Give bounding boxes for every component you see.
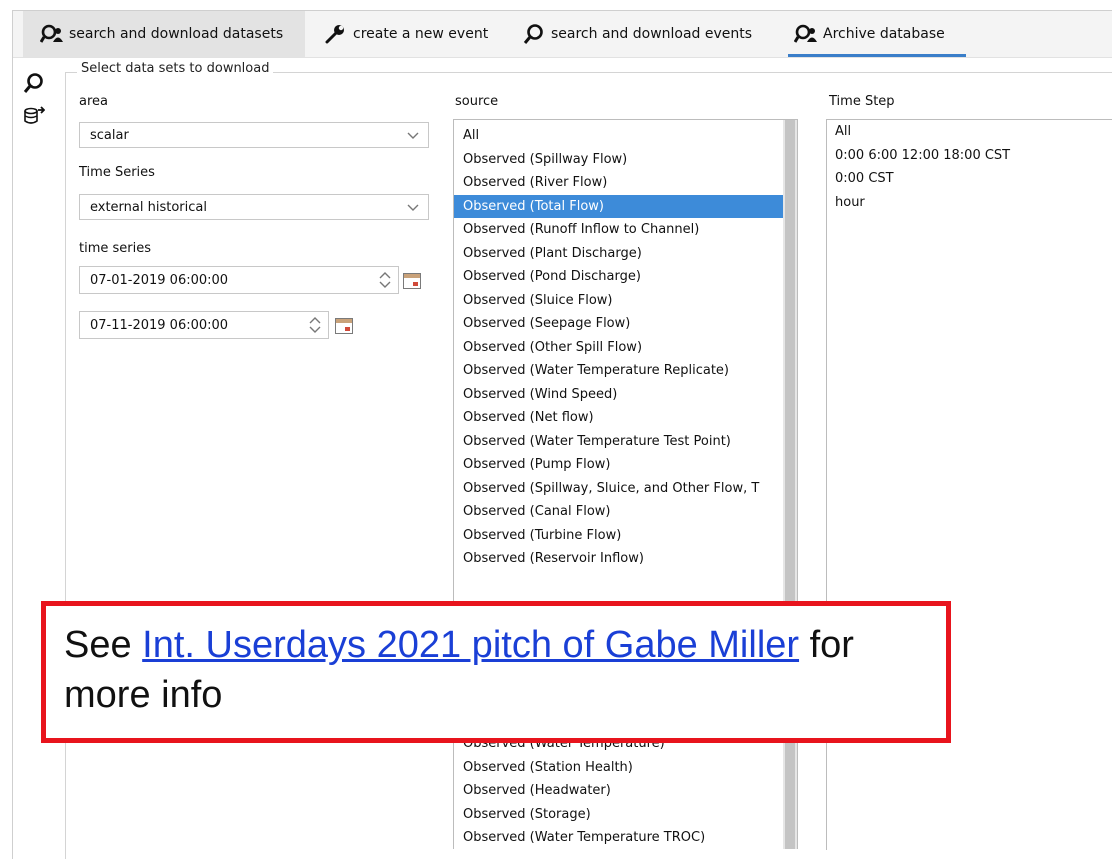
chevron-down-icon — [406, 129, 420, 141]
area-label: area — [79, 94, 108, 109]
time-step-list-item[interactable]: hour — [835, 195, 865, 210]
source-list-item[interactable]: Observed (Spillway Flow) — [454, 148, 784, 171]
source-list-item[interactable]: Observed (Reservoir Inflow) — [454, 547, 784, 570]
end-datetime-value: 07-11-2019 06:00:00 — [90, 317, 229, 333]
search-icon — [521, 23, 547, 45]
search-icon[interactable] — [23, 72, 45, 94]
source-list-item[interactable]: Observed (Canal Flow) — [454, 500, 784, 523]
wrench-icon — [323, 23, 349, 45]
tab-label: search and download events — [551, 26, 753, 42]
source-list-item[interactable]: Observed (Turbine Flow) — [454, 524, 784, 547]
source-list-item[interactable]: Observed (Pump Flow) — [454, 453, 784, 476]
tab-label: search and download datasets — [69, 26, 284, 42]
source-list-item[interactable]: Observed (Spillway, Sluice, and Other Fl… — [454, 477, 784, 500]
source-list-item[interactable]: Observed (Net flow) — [454, 406, 784, 429]
application-window: search and download datasets create a ne… — [12, 10, 1112, 859]
source-label: source — [455, 94, 499, 109]
time-series-type-label: Time Series — [79, 165, 155, 180]
tab-label: create a new event — [353, 26, 489, 42]
person-search-icon — [39, 23, 65, 45]
time-range-label: time series — [79, 241, 152, 256]
group-title: Select data sets to download — [77, 61, 274, 76]
source-list-item[interactable]: Observed (Seepage Flow) — [454, 312, 784, 335]
userdays-pitch-link[interactable]: Int. Userdays 2021 pitch of Gabe Miller — [142, 624, 799, 666]
time-step-list-item[interactable]: 0:00 CST — [835, 171, 894, 186]
spin-updown-icon[interactable] — [306, 314, 324, 336]
start-datetime-field[interactable]: 07-01-2019 06:00:00 — [79, 266, 399, 294]
info-callout: See Int. Userdays 2021 pitch of Gabe Mil… — [41, 601, 951, 743]
area-value: scalar — [90, 127, 129, 143]
tab-create-new-event[interactable]: create a new event — [323, 11, 513, 57]
source-list-item[interactable]: Observed (Pond Discharge) — [454, 265, 784, 288]
time-series-type-value: external historical — [90, 199, 207, 215]
end-datetime-field[interactable]: 07-11-2019 06:00:00 — [79, 311, 329, 339]
source-list-item[interactable]: Observed (Water Temperature Replicate) — [454, 359, 784, 382]
source-list-item[interactable]: Observed (Plant Discharge) — [454, 242, 784, 265]
start-datetime-value: 07-01-2019 06:00:00 — [90, 272, 229, 288]
time-step-list-item[interactable]: 0:00 6:00 12:00 18:00 CST — [835, 148, 1010, 163]
tab-search-download-datasets[interactable]: search and download datasets — [23, 11, 305, 57]
source-list-item[interactable]: Observed (Station Health) — [454, 756, 784, 779]
source-list-item[interactable]: Observed (Wind Speed) — [454, 383, 784, 406]
time-series-type-combobox[interactable]: external historical — [79, 194, 429, 220]
callout-prefix: See — [64, 624, 143, 666]
source-list-item[interactable]: Observed (Water Temperature Test Point) — [454, 430, 784, 453]
chevron-down-icon — [406, 201, 420, 213]
calendar-icon[interactable] — [403, 273, 421, 289]
time-step-list-item[interactable]: All — [835, 124, 851, 139]
area-combobox[interactable]: scalar — [79, 122, 429, 148]
source-list-item[interactable]: Observed (Total Flow) — [454, 194, 784, 218]
source-list-item[interactable]: All — [454, 124, 784, 147]
tab-label: Archive database — [823, 26, 945, 42]
source-list-item[interactable]: Observed (Other Spill Flow) — [454, 336, 784, 359]
source-list-item[interactable]: Observed (Sluice Flow) — [454, 289, 784, 312]
calendar-icon[interactable] — [335, 318, 353, 334]
time-step-label: Time Step — [829, 94, 895, 109]
source-list-item[interactable]: Observed (Headwater) — [454, 779, 784, 802]
source-list-item[interactable]: Observed (River Flow) — [454, 171, 784, 194]
tab-archive-database[interactable]: Archive database — [793, 11, 968, 57]
active-tab-indicator — [788, 54, 966, 57]
tab-search-download-events[interactable]: search and download events — [521, 11, 781, 57]
source-list-item[interactable]: Observed (Water Temperature TROC) — [454, 826, 784, 849]
person-search-icon — [793, 23, 819, 45]
source-list-item[interactable]: Observed (Runoff Inflow to Channel) — [454, 218, 784, 241]
spin-updown-icon[interactable] — [376, 269, 394, 291]
source-list-item[interactable]: Observed (Storage) — [454, 803, 784, 826]
database-export-icon[interactable] — [23, 106, 46, 128]
tab-bar: search and download datasets create a ne… — [13, 11, 1112, 58]
